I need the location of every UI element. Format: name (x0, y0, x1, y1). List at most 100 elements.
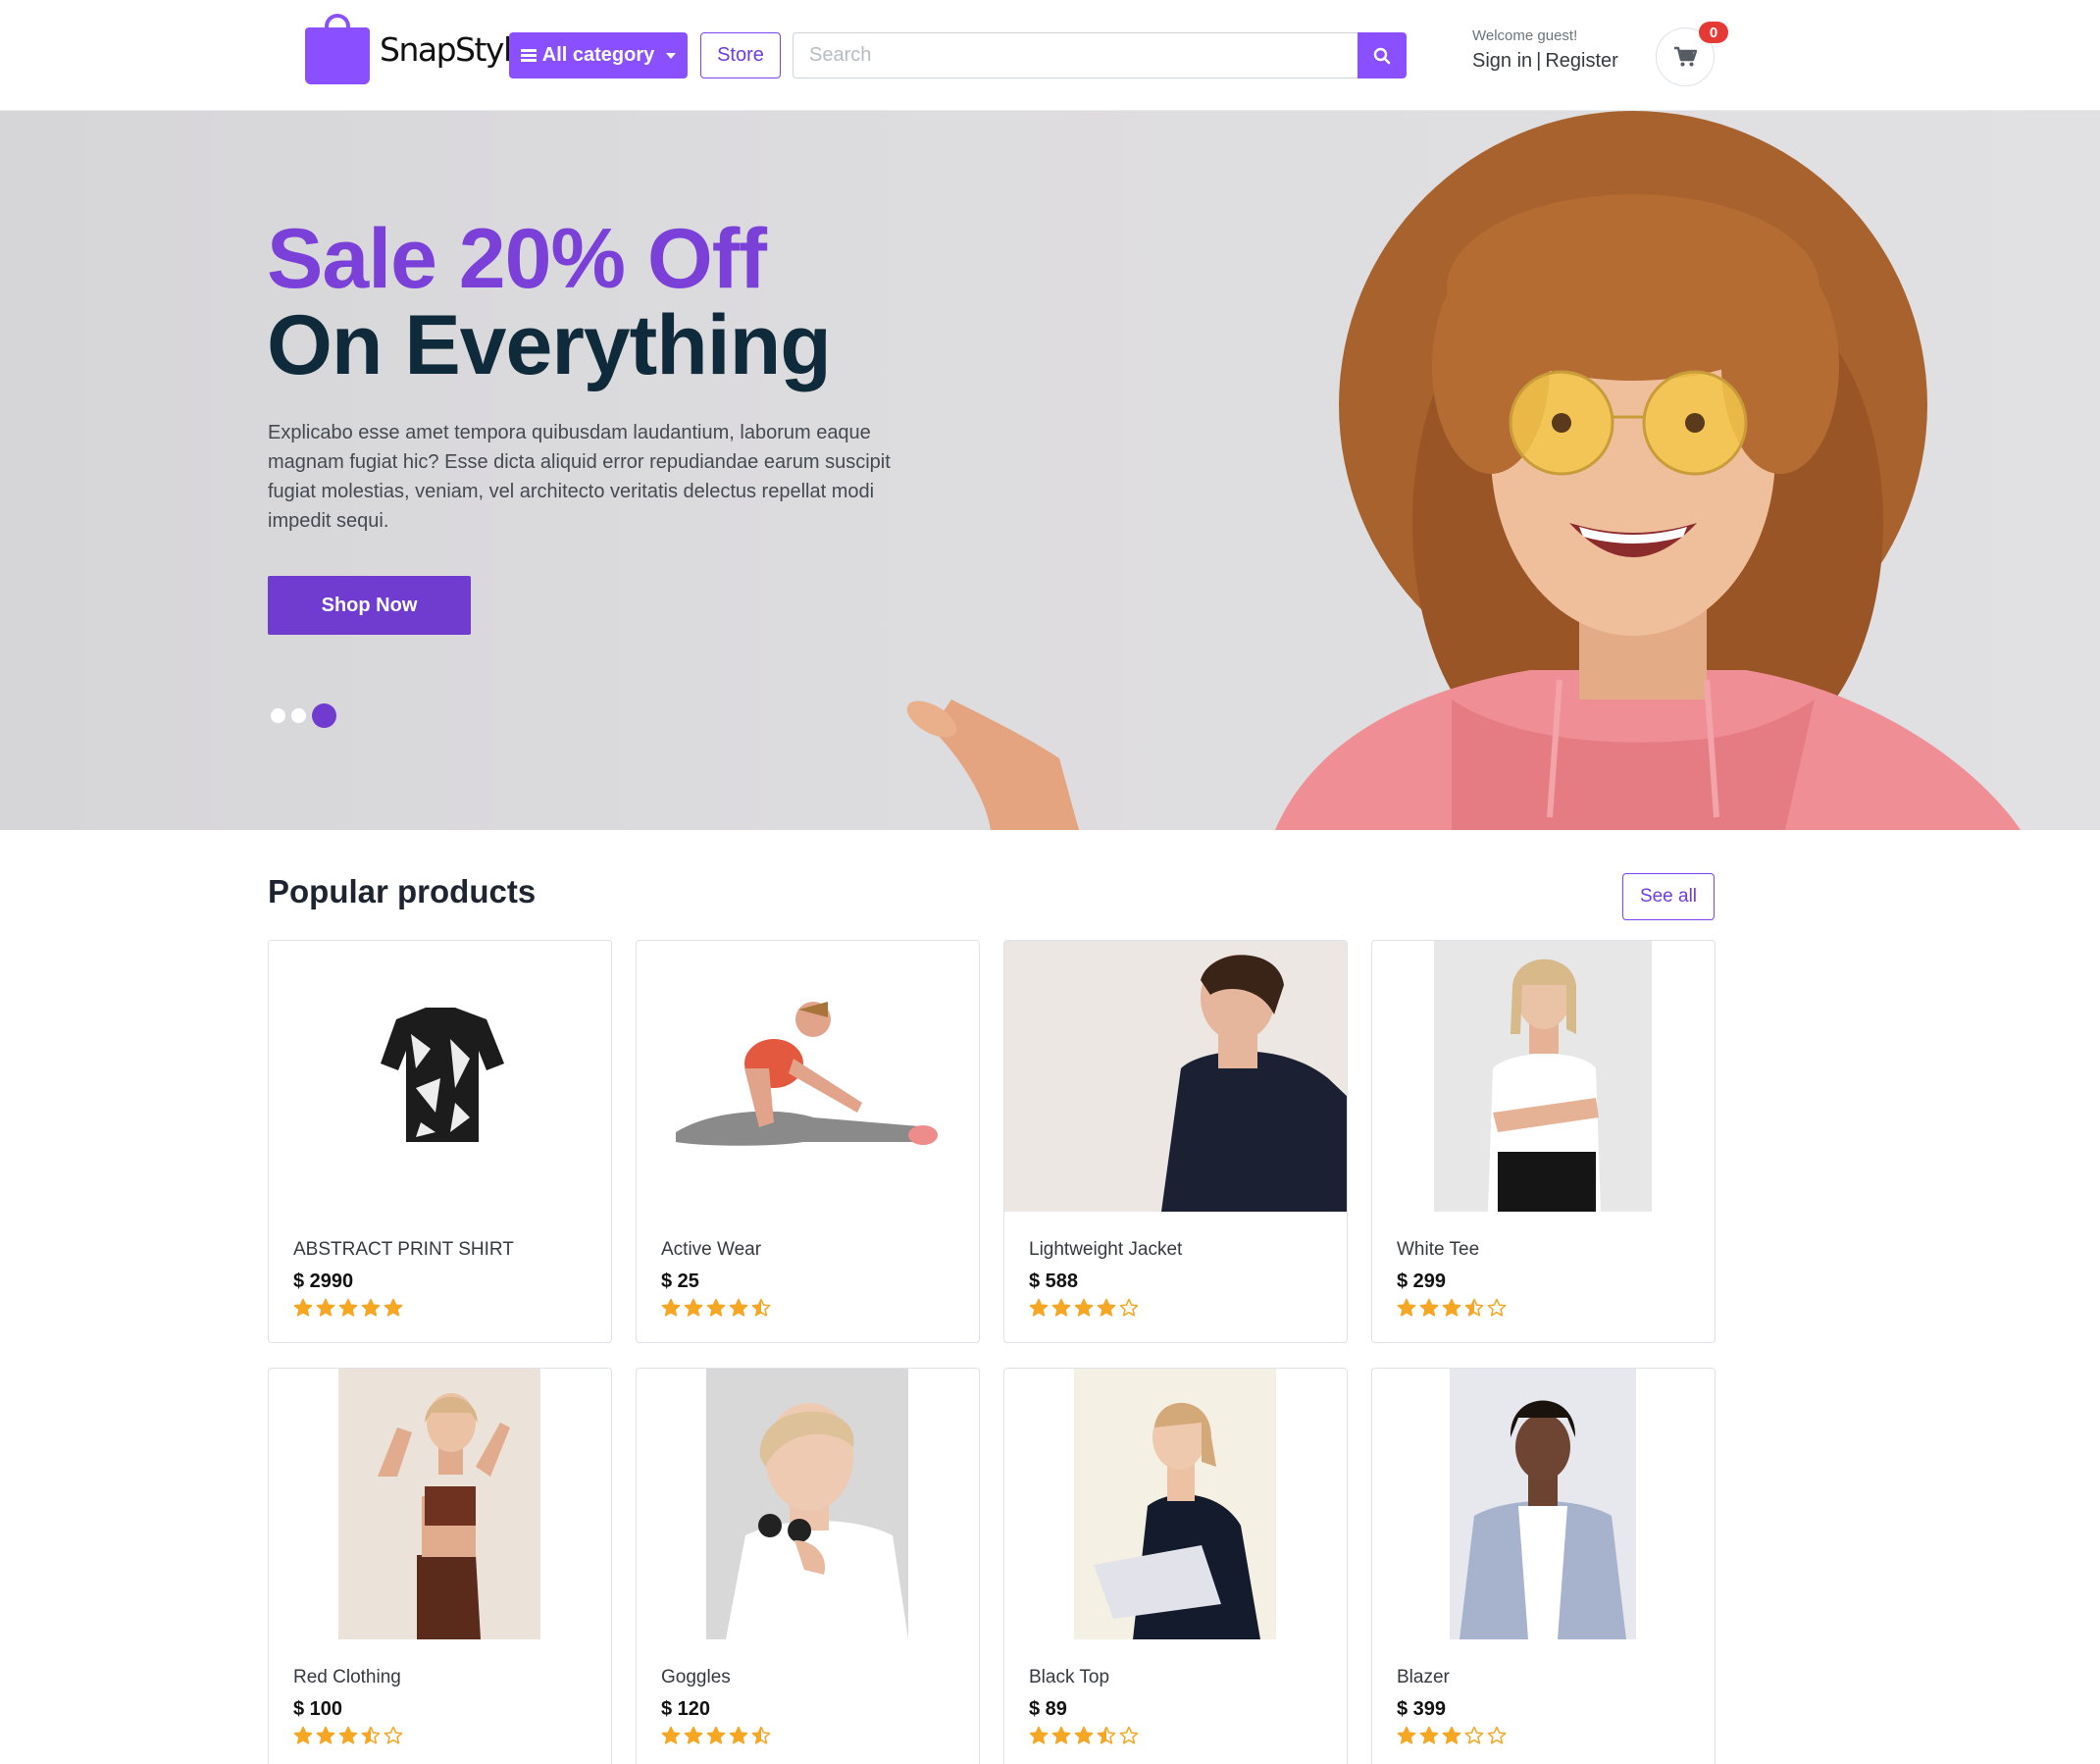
star-half-icon (751, 1726, 771, 1744)
star-full-icon (1397, 1726, 1416, 1744)
product-price: $ 120 (661, 1698, 711, 1720)
all-category-button[interactable]: All category (509, 32, 688, 78)
product-card[interactable]: Active Wear $ 25 (636, 940, 980, 1343)
product-price: $ 588 (1029, 1271, 1079, 1292)
carousel-indicators (271, 703, 336, 728)
product-image (706, 1369, 908, 1639)
star-full-icon (729, 1298, 748, 1317)
product-price: $ 399 (1397, 1698, 1447, 1720)
menu-bars-icon (520, 49, 537, 62)
hero-headline-line-1: Sale 20% Off (267, 212, 767, 306)
star-full-icon (706, 1726, 726, 1744)
chevron-down-icon (666, 52, 677, 59)
star-full-icon (1097, 1298, 1116, 1317)
search-input[interactable] (793, 32, 1357, 78)
product-card[interactable]: Red Clothing $ 100 (268, 1368, 612, 1764)
star-rating (293, 1726, 403, 1745)
star-rating (661, 1298, 771, 1318)
star-full-icon (1442, 1298, 1461, 1317)
star-full-icon (293, 1726, 313, 1744)
star-rating (293, 1298, 403, 1318)
star-rating (1029, 1726, 1139, 1745)
carousel-dot-1[interactable] (271, 708, 285, 723)
star-full-icon (293, 1298, 313, 1317)
product-image (269, 941, 611, 1212)
product-image (1434, 941, 1652, 1212)
star-full-icon (384, 1298, 403, 1317)
star-full-icon (661, 1298, 681, 1317)
star-full-icon (338, 1298, 358, 1317)
star-empty-icon (1119, 1298, 1139, 1317)
star-full-icon (729, 1726, 748, 1744)
star-empty-icon (1487, 1298, 1507, 1317)
star-full-icon (684, 1726, 703, 1744)
star-full-icon (1029, 1726, 1049, 1744)
star-full-icon (1074, 1298, 1094, 1317)
star-empty-icon (384, 1726, 403, 1744)
product-image (1004, 941, 1347, 1212)
product-price: $ 2990 (293, 1271, 354, 1292)
product-card[interactable]: ABSTRACT PRINT SHIRT $ 2990 (268, 940, 612, 1343)
hero-banner: Sale 20% Off On Everything Explicabo ess… (0, 111, 2100, 830)
product-name[interactable]: Red Clothing (293, 1667, 401, 1688)
product-name[interactable]: Active Wear (661, 1239, 761, 1261)
star-rating (1029, 1298, 1139, 1318)
star-rating (661, 1726, 771, 1745)
star-full-icon (1419, 1726, 1439, 1744)
product-name[interactable]: Blazer (1397, 1667, 1450, 1688)
star-half-icon (361, 1726, 381, 1744)
site-header: SnapStyle All category Store Welcome gue… (0, 0, 2100, 111)
product-image (338, 1369, 540, 1639)
shop-now-button[interactable]: Shop Now (268, 576, 471, 635)
product-name[interactable]: Lightweight Jacket (1029, 1239, 1182, 1261)
product-name[interactable]: Black Top (1029, 1667, 1109, 1688)
search-icon (1373, 47, 1391, 64)
product-card[interactable]: Lightweight Jacket $ 588 (1003, 940, 1348, 1343)
product-image (637, 941, 979, 1212)
star-full-icon (1029, 1298, 1049, 1317)
see-all-button[interactable]: See all (1622, 873, 1715, 920)
star-full-icon (316, 1298, 335, 1317)
star-empty-icon (1487, 1726, 1507, 1744)
product-name[interactable]: White Tee (1397, 1239, 1479, 1261)
product-card[interactable]: White Tee $ 299 (1371, 940, 1716, 1343)
store-button[interactable]: Store (700, 32, 781, 78)
all-category-label: All category (541, 44, 655, 66)
star-full-icon (684, 1298, 703, 1317)
hero-description: Explicabo esse amet tempora quibusdam la… (268, 422, 891, 532)
product-price: $ 100 (293, 1698, 343, 1720)
carousel-dot-2[interactable] (291, 708, 306, 723)
brand-logo[interactable]: SnapStyle (305, 14, 531, 84)
star-half-icon (751, 1298, 771, 1317)
product-image (1450, 1369, 1636, 1639)
hero-model-image (906, 111, 2021, 830)
star-full-icon (1442, 1726, 1461, 1744)
product-name[interactable]: Goggles (661, 1667, 731, 1688)
cart-icon (1674, 46, 1697, 67)
star-full-icon (1397, 1298, 1416, 1317)
star-rating (1397, 1298, 1507, 1318)
star-full-icon (1051, 1726, 1071, 1744)
cart-count-badge: 0 (1699, 22, 1728, 43)
product-card[interactable]: Black Top $ 89 (1003, 1368, 1348, 1764)
register-link[interactable]: Register (1545, 50, 1617, 72)
shopping-bag-icon (305, 14, 370, 84)
star-half-icon (1097, 1726, 1116, 1744)
product-price: $ 299 (1397, 1271, 1447, 1292)
star-full-icon (1074, 1726, 1094, 1744)
star-rating (1397, 1726, 1507, 1745)
star-full-icon (316, 1726, 335, 1744)
product-name[interactable]: ABSTRACT PRINT SHIRT (293, 1239, 514, 1261)
star-full-icon (338, 1726, 358, 1744)
search-button[interactable] (1357, 32, 1407, 78)
carousel-dot-3[interactable] (312, 703, 336, 728)
welcome-text: Welcome guest! (1472, 27, 1578, 44)
star-full-icon (1051, 1298, 1071, 1317)
star-full-icon (706, 1298, 726, 1317)
account-links: Welcome guest! Sign in | Register (1472, 27, 1618, 73)
star-full-icon (1419, 1298, 1439, 1317)
link-separator: | (1536, 50, 1542, 72)
product-card[interactable]: Goggles $ 120 (636, 1368, 980, 1764)
sign-in-link[interactable]: Sign in (1472, 50, 1532, 72)
product-card[interactable]: Blazer $ 399 (1371, 1368, 1716, 1764)
